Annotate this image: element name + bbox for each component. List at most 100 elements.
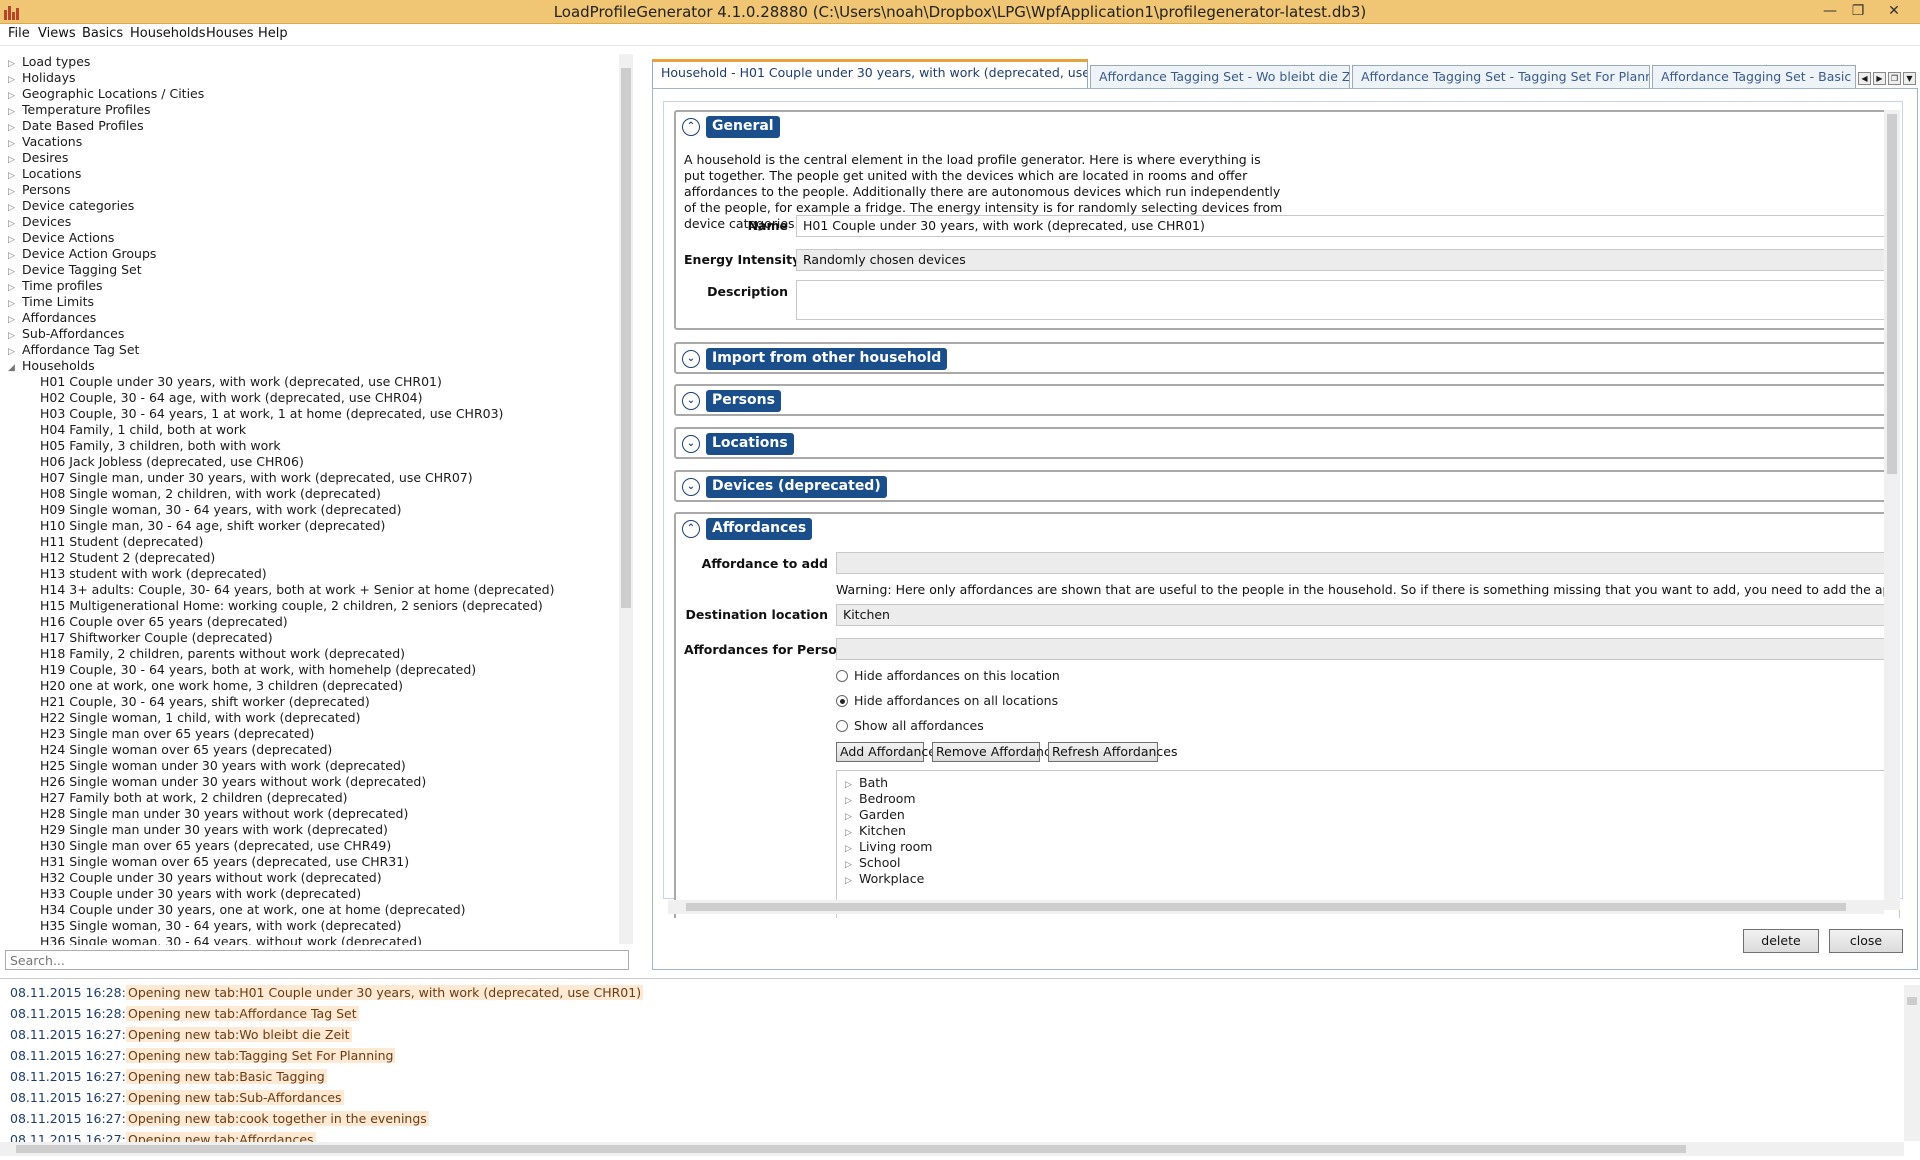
affordance-to-add-select[interactable] xyxy=(836,552,1900,574)
tree-household-item[interactable]: H32 Couple under 30 years without work (… xyxy=(40,870,382,886)
tree-household-item[interactable]: H23 Single man over 65 years (deprecated… xyxy=(40,726,314,742)
tab-window-icon[interactable]: ❐ xyxy=(1888,72,1901,85)
tab-tagging-basic[interactable]: Affordance Tagging Set - Basic Tagging xyxy=(1652,65,1856,88)
tree-scrollbar[interactable] xyxy=(619,54,633,944)
menu-basics[interactable]: Basics xyxy=(82,26,123,41)
menu-views[interactable]: Views xyxy=(38,26,76,41)
tab-tagging-planning[interactable]: Affordance Tagging Set - Tagging Set For… xyxy=(1352,65,1650,88)
tree-household-item[interactable]: H07 Single man, under 30 years, with wor… xyxy=(40,470,473,486)
tree-household-item[interactable]: H31 Single woman over 65 years (deprecat… xyxy=(40,854,409,870)
radio-off-icon[interactable] xyxy=(836,670,848,682)
editor-hscroll-thumb[interactable] xyxy=(686,903,1846,911)
tree-household-item[interactable]: H24 Single woman over 65 years (deprecat… xyxy=(40,742,332,758)
tab-list-dropdown-icon[interactable]: ▼ xyxy=(1903,72,1916,85)
destination-location-select[interactable]: Kitchen xyxy=(836,604,1900,626)
tree-household-item[interactable]: H14 3+ adults: Couple, 30- 64 years, bot… xyxy=(40,582,554,598)
tree-household-item[interactable]: H13 student with work (deprecated) xyxy=(40,566,267,582)
tree-household-item[interactable]: H22 Single woman, 1 child, with work (de… xyxy=(40,710,360,726)
collapse-icon[interactable]: ⌃ xyxy=(682,118,700,136)
tree-household-item[interactable]: H04 Family, 1 child, both at work xyxy=(40,422,246,438)
section-header-affordances[interactable]: Affordances xyxy=(706,518,813,540)
log-hscroll-thumb[interactable] xyxy=(16,1145,1686,1153)
tree-household-item[interactable]: H33 Couple under 30 years with work (dep… xyxy=(40,886,361,902)
tab-household[interactable]: Household - H01 Couple under 30 years, w… xyxy=(652,59,1088,88)
editor-horizontal-scrollbar[interactable] xyxy=(668,900,1884,914)
tree-household-item[interactable]: H10 Single man, 30 - 64 age, shift worke… xyxy=(40,518,385,534)
expand-icon[interactable]: ⌄ xyxy=(682,478,700,496)
search-input[interactable] xyxy=(5,950,629,970)
affordances-for-person-select[interactable] xyxy=(836,638,1900,660)
log-vscroll-thumb[interactable] xyxy=(1907,997,1917,1005)
tree-household-item[interactable]: H05 Family, 3 children, both with work xyxy=(40,438,281,454)
section-header-devices[interactable]: Devices (deprecated) xyxy=(706,476,887,498)
tree-household-item[interactable]: H12 Student 2 (deprecated) xyxy=(40,550,215,566)
editor-vscroll-thumb[interactable] xyxy=(1887,114,1897,474)
tree-household-item[interactable]: H18 Family, 2 children, parents without … xyxy=(40,646,405,662)
tree-household-item[interactable]: H20 one at work, one work home, 3 childr… xyxy=(40,678,403,694)
description-field[interactable] xyxy=(796,280,1900,320)
radio-off-icon[interactable] xyxy=(836,720,848,732)
section-header-persons[interactable]: Persons xyxy=(706,390,781,412)
tree-household-item[interactable]: H01 Couple under 30 years, with work (de… xyxy=(40,374,442,390)
tree-scroll-thumb[interactable] xyxy=(621,68,631,608)
tree-household-item[interactable]: H02 Couple, 30 - 64 age, with work (depr… xyxy=(40,390,423,406)
menu-help[interactable]: Help xyxy=(258,26,288,41)
tree-household-item[interactable]: H26 Single woman under 30 years without … xyxy=(40,774,426,790)
remove-affordance-button[interactable]: Remove Affordance xyxy=(932,742,1059,762)
expanded-arrow-icon[interactable]: ◢ xyxy=(8,360,22,376)
menu-households[interactable]: Households xyxy=(130,26,206,41)
editor-vertical-scrollbar[interactable] xyxy=(1884,110,1900,910)
tree-household-item[interactable]: H06 Jack Jobless (deprecated, use CHR06) xyxy=(40,454,304,470)
menu-houses[interactable]: Houses xyxy=(206,26,254,41)
refresh-affordances-button[interactable]: Refresh Affordances xyxy=(1048,742,1178,762)
tab-scroll-right-icon[interactable]: ▶ xyxy=(1873,72,1886,85)
close-icon[interactable]: ✕ xyxy=(1876,0,1912,22)
section-header-general[interactable]: General xyxy=(706,116,780,138)
tree-household-item[interactable]: H36 Single woman, 30 - 64 years, without… xyxy=(40,934,422,945)
navigation-tree[interactable]: ▷ Load types ▷ Holidays ▷ Geographic Location… xyxy=(0,50,634,945)
expand-icon[interactable]: ⌄ xyxy=(682,435,700,453)
tree-household-item[interactable]: H11 Student (deprecated) xyxy=(40,534,203,550)
tree-household-item[interactable]: H30 Single man over 65 years (deprecated… xyxy=(40,838,391,854)
section-header-import[interactable]: Import from other household xyxy=(706,348,948,370)
log-vertical-scrollbar[interactable] xyxy=(1904,985,1920,1141)
delete-button[interactable]: delete xyxy=(1743,929,1819,953)
tree-household-item[interactable]: H15 Multigenerational Home: working coup… xyxy=(40,598,543,614)
energy-intensity-select[interactable]: Randomly chosen devices xyxy=(796,249,1900,271)
radio-hide-this-location[interactable]: Hide affordances on this location xyxy=(836,668,1060,683)
tree-household-item[interactable]: H25 Single woman under 30 years with wor… xyxy=(40,758,406,774)
radio-on-icon[interactable] xyxy=(836,695,848,707)
tree-household-item[interactable]: H27 Family both at work, 2 children (dep… xyxy=(40,790,348,806)
tree-household-item[interactable]: H21 Couple, 30 - 64 years, shift worker … xyxy=(40,694,370,710)
tree-household-item[interactable]: H29 Single man under 30 years with work … xyxy=(40,822,388,838)
tab-strip: Household - H01 Couple under 30 years, w… xyxy=(652,55,1920,88)
minimize-icon[interactable]: — xyxy=(1818,0,1842,22)
radio-hide-all-locations[interactable]: Hide affordances on all locations xyxy=(836,693,1058,708)
tree-household-item[interactable]: H28 Single man under 30 years without wo… xyxy=(40,806,408,822)
tree-household-item[interactable]: H34 Couple under 30 years, one at work, … xyxy=(40,902,466,918)
expand-icon[interactable]: ⌄ xyxy=(682,350,700,368)
log-panel: 08.11.2015 16:27:35Opening new tab:Affor… xyxy=(0,978,1920,1160)
collapsed-arrow-icon[interactable]: ▷ xyxy=(845,873,859,889)
section-header-locations[interactable]: Locations xyxy=(706,433,794,455)
close-button[interactable]: close xyxy=(1829,929,1903,953)
expand-icon[interactable]: ⌄ xyxy=(682,392,700,410)
tab-tagging-wo-bleibt[interactable]: Affordance Tagging Set - Wo bleibt die Z… xyxy=(1090,65,1350,88)
restore-icon[interactable]: ❐ xyxy=(1846,0,1870,22)
menu-file[interactable]: File xyxy=(8,26,30,41)
collapse-icon[interactable]: ⌃ xyxy=(682,520,700,538)
location-tree-item[interactable]: ▷ Workplace xyxy=(845,871,924,889)
affordance-location-tree[interactable]: ▷ Bath ▷ Bedroom ▷ Garden ▷ Kitchen ▷ Living room… xyxy=(836,770,1900,918)
log-horizontal-scrollbar[interactable] xyxy=(0,1142,1904,1156)
tree-household-item[interactable]: H03 Couple, 30 - 64 years, 1 at work, 1 … xyxy=(40,406,503,422)
tree-household-item[interactable]: H35 Single woman, 30 - 64 years, with wo… xyxy=(40,918,402,934)
tree-household-item[interactable]: H19 Couple, 30 - 64 years, both at work,… xyxy=(40,662,476,678)
tree-household-item[interactable]: H08 Single woman, 2 children, with work … xyxy=(40,486,381,502)
radio-show-all[interactable]: Show all affordances xyxy=(836,718,984,733)
tab-scroll-left-icon[interactable]: ◀ xyxy=(1858,72,1871,85)
tree-household-item[interactable]: H09 Single woman, 30 - 64 years, with wo… xyxy=(40,502,402,518)
tree-household-item[interactable]: H16 Couple over 65 years (deprecated) xyxy=(40,614,288,630)
add-affordance-button[interactable]: Add Affordance xyxy=(836,742,936,762)
name-field[interactable]: H01 Couple under 30 years, with work (de… xyxy=(796,215,1900,237)
tree-household-item[interactable]: H17 Shiftworker Couple (deprecated) xyxy=(40,630,273,646)
